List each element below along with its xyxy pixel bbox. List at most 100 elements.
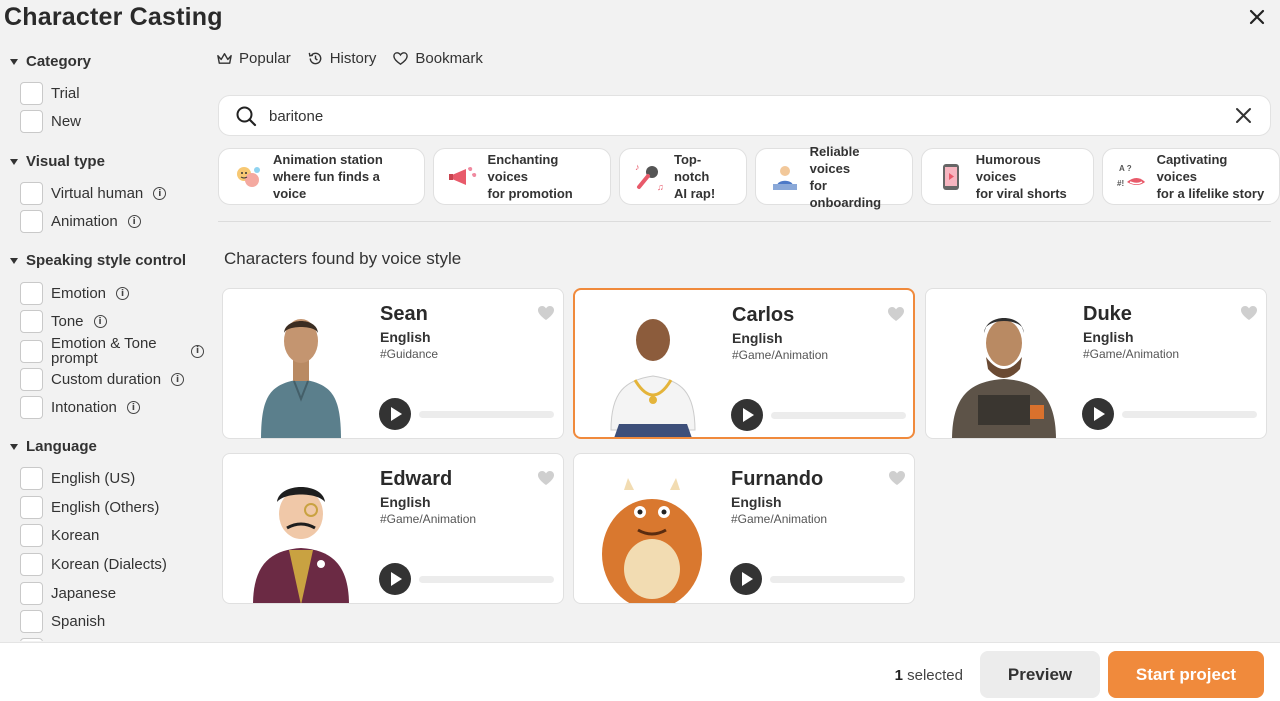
character-card-sean[interactable]: Sean English #Guidance bbox=[222, 288, 564, 439]
filter-virtual-human[interactable]: Virtual human i bbox=[20, 182, 167, 205]
info-icon[interactable]: i bbox=[153, 187, 167, 200]
audio-progress[interactable] bbox=[771, 412, 906, 419]
selected-count: 1 selected bbox=[895, 667, 963, 684]
chip-line2: for onboarding bbox=[809, 177, 882, 210]
crown-icon bbox=[217, 53, 232, 64]
play-button[interactable] bbox=[731, 399, 763, 431]
checkbox[interactable] bbox=[20, 638, 43, 641]
filter-emotion[interactable]: Emotion i bbox=[20, 282, 130, 305]
play-button[interactable] bbox=[730, 563, 762, 595]
audio-progress[interactable] bbox=[770, 576, 905, 583]
megaphone-icon bbox=[448, 166, 476, 185]
filter-korean-dialects[interactable]: Korean (Dialects) bbox=[20, 553, 167, 576]
chip-humorous-voices[interactable]: Humorous voices for viral shorts bbox=[920, 148, 1094, 205]
close-icon[interactable] bbox=[1246, 6, 1268, 28]
option-label: Emotion bbox=[51, 285, 107, 302]
tab-label: Bookmark bbox=[415, 50, 483, 67]
checkbox[interactable] bbox=[20, 582, 43, 605]
checkbox[interactable] bbox=[20, 610, 43, 633]
chip-enchanting-voices[interactable]: Enchanting voices for promotion bbox=[432, 148, 611, 205]
chip-animation-station[interactable]: Animation station where fun finds a voice bbox=[218, 148, 425, 205]
tab-popular[interactable]: Popular bbox=[216, 50, 291, 67]
chip-reliable-voices[interactable]: Reliable voices for onboarding bbox=[754, 144, 913, 210]
character-name: Furnando bbox=[731, 468, 824, 490]
checkbox[interactable] bbox=[20, 396, 43, 419]
speaking-style-toggle[interactable]: Speaking style control bbox=[10, 252, 186, 269]
tab-bookmark[interactable]: Bookmark bbox=[392, 50, 483, 67]
info-icon[interactable]: i bbox=[126, 401, 140, 414]
play-button[interactable] bbox=[379, 563, 411, 595]
filter-korean[interactable]: Korean bbox=[20, 524, 99, 547]
tab-history[interactable]: History bbox=[307, 50, 376, 67]
option-label: Animation bbox=[51, 213, 118, 230]
sean-avatar bbox=[261, 319, 341, 438]
category-toggle[interactable]: Category bbox=[10, 53, 91, 70]
filter-new[interactable]: New bbox=[20, 110, 81, 133]
filter-english-others[interactable]: English (Others) bbox=[20, 496, 159, 519]
chip-line2: for viral shorts bbox=[975, 186, 1067, 201]
filter-next-partial[interactable] bbox=[20, 638, 43, 641]
checkbox[interactable] bbox=[20, 524, 43, 547]
page-title: Character Casting bbox=[4, 3, 223, 31]
filter-intonation[interactable]: Intonation i bbox=[20, 396, 140, 419]
clear-search-icon[interactable] bbox=[1235, 107, 1252, 124]
chip-captivating-voices[interactable]: A ? #! Captivating voices for a lifelike s… bbox=[1101, 148, 1280, 205]
bookmark-heart-icon[interactable] bbox=[1240, 305, 1258, 321]
character-card-duke[interactable]: Duke English #Game/Animation bbox=[925, 288, 1267, 439]
info-icon[interactable]: i bbox=[116, 287, 130, 300]
bookmark-heart-icon[interactable] bbox=[888, 470, 906, 486]
checkbox[interactable] bbox=[20, 496, 43, 519]
filter-japanese[interactable]: Japanese bbox=[20, 582, 116, 605]
chip-line1: Animation station bbox=[273, 152, 383, 167]
option-label: Spanish bbox=[51, 613, 106, 630]
info-icon[interactable]: i bbox=[93, 315, 107, 328]
checkbox[interactable] bbox=[20, 282, 43, 305]
option-label: New bbox=[51, 113, 82, 130]
character-card-furnando[interactable]: Furnando English #Game/Animation bbox=[573, 453, 915, 604]
bookmark-heart-icon[interactable] bbox=[537, 305, 555, 321]
checkbox[interactable] bbox=[20, 82, 43, 105]
play-button[interactable] bbox=[379, 398, 411, 430]
filter-tone[interactable]: Tone i bbox=[20, 310, 107, 333]
checkbox[interactable] bbox=[20, 339, 43, 363]
language-toggle[interactable]: Language bbox=[10, 438, 97, 455]
chip-line2: AI rap! bbox=[673, 186, 716, 201]
option-label: Korean (Dialects) bbox=[51, 556, 167, 573]
svg-text:♫: ♫ bbox=[657, 182, 664, 192]
collapse-caret-icon bbox=[10, 257, 18, 264]
info-icon[interactable]: i bbox=[171, 373, 185, 386]
character-language: English bbox=[1083, 329, 1134, 345]
checkbox[interactable] bbox=[20, 110, 43, 133]
checkbox[interactable] bbox=[20, 467, 43, 490]
collapse-caret-icon bbox=[10, 158, 18, 165]
checkbox[interactable] bbox=[20, 310, 43, 333]
character-card-carlos[interactable]: Carlos English #Game/Animation bbox=[573, 288, 915, 439]
visual-type-toggle[interactable]: Visual type bbox=[10, 153, 105, 170]
bookmark-heart-icon[interactable] bbox=[537, 470, 555, 486]
checkbox[interactable] bbox=[20, 182, 43, 205]
filter-spanish[interactable]: Spanish bbox=[20, 610, 105, 633]
audio-progress[interactable] bbox=[419, 411, 554, 418]
filter-trial[interactable]: Trial bbox=[20, 82, 80, 105]
checkbox[interactable] bbox=[20, 210, 43, 233]
info-icon[interactable]: i bbox=[127, 215, 141, 228]
search-input[interactable] bbox=[269, 104, 1169, 128]
chip-top-notch[interactable]: ♪ ♫ Top-notch AI rap! bbox=[618, 148, 747, 205]
audio-progress[interactable] bbox=[419, 576, 554, 583]
info-icon[interactable]: i bbox=[191, 344, 204, 358]
filter-animation[interactable]: Animation i bbox=[20, 210, 141, 233]
play-button[interactable] bbox=[1082, 398, 1114, 430]
preview-button[interactable]: Preview bbox=[980, 651, 1100, 698]
checkbox[interactable] bbox=[20, 553, 43, 576]
filter-emotion-tone-prompt[interactable]: Emotion & Tone prompt i bbox=[20, 336, 204, 366]
audio-progress[interactable] bbox=[1122, 411, 1257, 418]
divider bbox=[218, 221, 1271, 222]
character-card-edward[interactable]: Edward English #Game/Animation bbox=[222, 453, 564, 604]
start-project-button[interactable]: Start project bbox=[1108, 651, 1264, 698]
filter-english-us[interactable]: English (US) bbox=[20, 467, 135, 490]
chip-line2: for a lifelike story bbox=[1156, 186, 1265, 201]
checkbox[interactable] bbox=[20, 368, 43, 391]
filter-custom-duration[interactable]: Custom duration i bbox=[20, 368, 185, 391]
option-label: Custom duration bbox=[51, 371, 162, 388]
bookmark-heart-icon[interactable] bbox=[887, 306, 905, 322]
